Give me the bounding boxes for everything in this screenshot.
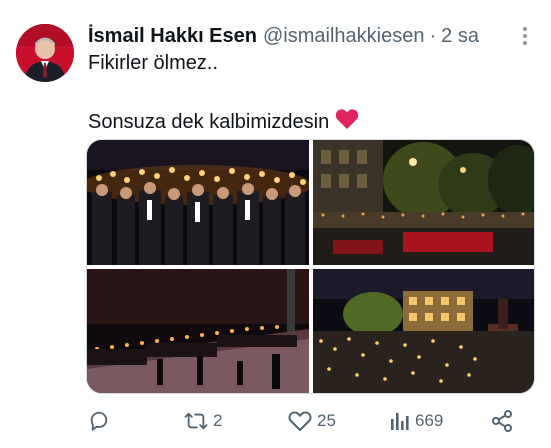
reply-icon [88,410,110,432]
square-night-crowd-photo[interactable] [313,140,534,265]
red-heart-icon [335,108,359,136]
tweet-text-line-2-text: Sonsuza dek kalbimizdesin [88,110,330,133]
retweet-icon [184,410,208,432]
torch-procession-photo[interactable] [87,269,309,393]
user-handle[interactable]: @ismailhakkiesen [263,25,424,48]
views-button[interactable]: 669 [390,404,443,438]
torch-march-crowd-photo[interactable] [87,140,309,265]
more-options-icon[interactable] [515,24,535,48]
avatar[interactable] [16,24,74,82]
view-count: 669 [415,411,444,430]
like-count: 25 [317,411,336,430]
display-name[interactable]: İsmail Hakkı Esen [88,25,257,48]
retweet-button[interactable]: 2 [184,404,222,438]
like-icon [288,410,312,432]
like-button[interactable]: 25 [288,404,336,438]
media-grid[interactable] [86,139,535,394]
tweet-text-line-1: Fikirler ölmez.. [88,52,219,74]
tweet-text-line-2: Sonsuza dek kalbimizdesin [88,108,359,136]
action-bar: 2 25 669 [84,404,524,438]
share-icon [490,409,514,433]
retweet-count: 2 [213,411,223,430]
reply-button[interactable] [88,404,115,438]
analytics-icon [390,410,410,432]
tweet-header: İsmail Hakkı Esen @ismailhakkiesen · 2 s… [88,22,535,50]
illuminated-square-photo[interactable] [313,269,534,393]
share-button[interactable] [490,404,514,438]
timestamp[interactable]: 2 sa [441,25,479,48]
separator-dot: · [429,24,437,47]
tweet[interactable]: İsmail Hakkı Esen @ismailhakkiesen · 2 s… [0,0,551,448]
